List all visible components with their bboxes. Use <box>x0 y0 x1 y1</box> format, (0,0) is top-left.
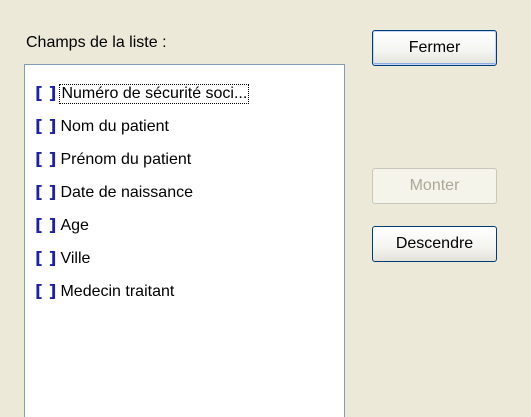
list-item[interactable]: [ ] Prénom du patient <box>35 143 344 176</box>
checkbox-marker-icon: [ ] <box>35 182 57 203</box>
list-item[interactable]: [ ] Nom du patient <box>35 110 344 143</box>
list-item-label: Age <box>60 216 89 234</box>
list-item-label: Ville <box>60 249 91 267</box>
list-item[interactable]: [ ] Medecin traitant <box>35 275 344 308</box>
checkbox-marker-icon: [ ] <box>35 248 57 269</box>
list-item[interactable]: [ ] Age <box>35 209 344 242</box>
list-item-label: Prénom du patient <box>60 150 192 168</box>
move-up-button[interactable]: Monter <box>372 168 497 204</box>
checkbox-marker-icon: [ ] <box>35 281 57 302</box>
fields-listbox[interactable]: [ ] Numéro de sécurité soci... [ ] Nom d… <box>24 64 345 417</box>
move-down-button[interactable]: Descendre <box>372 226 497 262</box>
list-item-label: Numéro de sécurité soci... <box>59 83 250 104</box>
checkbox-marker-icon: [ ] <box>35 149 57 170</box>
fields-list: [ ] Numéro de sécurité soci... [ ] Nom d… <box>25 65 344 308</box>
checkbox-marker-icon: [ ] <box>35 116 57 137</box>
list-label: Champs de la liste : <box>26 34 167 51</box>
field-order-dialog: Champs de la liste : [ ] Numéro de sécur… <box>0 0 531 417</box>
checkbox-marker-icon: [ ] <box>35 83 57 104</box>
list-item[interactable]: [ ] Numéro de sécurité soci... <box>35 77 344 110</box>
list-item[interactable]: [ ] Date de naissance <box>35 176 344 209</box>
list-item-label: Medecin traitant <box>60 282 175 300</box>
list-item[interactable]: [ ] Ville <box>35 242 344 275</box>
list-item-label: Date de naissance <box>60 183 193 201</box>
checkbox-marker-icon: [ ] <box>35 215 57 236</box>
close-button[interactable]: Fermer <box>372 30 497 66</box>
list-item-label: Nom du patient <box>60 117 169 135</box>
